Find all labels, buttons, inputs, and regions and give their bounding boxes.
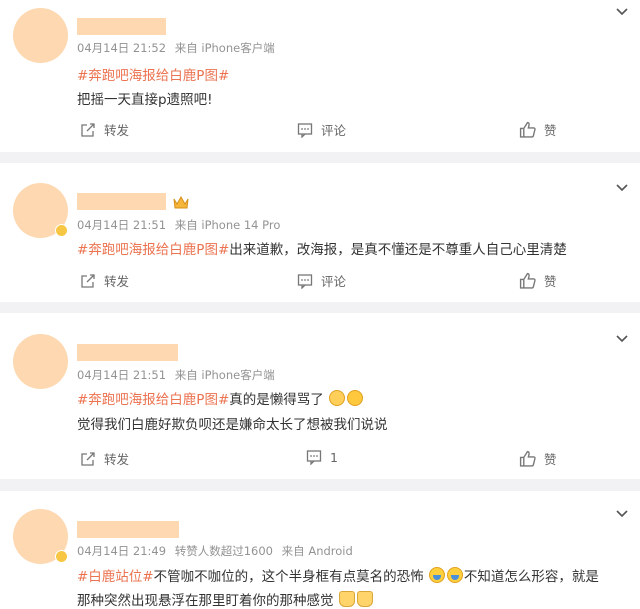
post-meta: 04月14日 21:51 来自 iPhone 14 Pro [77, 217, 285, 233]
post-text-line: #奔跑吧海报给白鹿P图#出来道歉，改海报，是真不懂还是不尊重人自己心里清楚 [77, 238, 567, 258]
post-source: 来自 iPhone客户端 [174, 368, 275, 382]
verified-badge-icon [55, 550, 68, 563]
repost-button[interactable]: 转发 [80, 120, 129, 139]
post-text: 把摇一天直接p遗照吧! [77, 92, 213, 108]
action-bar: 转发 评论 赞 [0, 271, 640, 295]
username-redacted[interactable] [77, 344, 178, 361]
crown-badge-icon [173, 195, 189, 209]
comment-button[interactable]: 1 [306, 449, 338, 465]
username-redacted[interactable] [77, 193, 166, 210]
post-card: 04月14日 21:52 来自 iPhone客户端 #奔跑吧海报给白鹿P图# 把… [0, 0, 640, 152]
like-label: 赞 [544, 123, 557, 138]
thumbs-up-icon [519, 450, 536, 467]
avatar[interactable] [13, 8, 68, 63]
hashtag-link[interactable]: #白鹿站位# [77, 569, 154, 585]
action-bar: 转发 评论 赞 [0, 120, 640, 144]
post-source: 来自 iPhone 14 Pro [174, 218, 281, 232]
hashtag-link[interactable]: #奔跑吧海报给白鹿P图# [77, 68, 229, 84]
avatar[interactable] [13, 334, 68, 389]
like-button[interactable]: 赞 [519, 449, 557, 468]
post-card: 04月14日 21:51 来自 iPhone客户端 #奔跑吧海报给白鹿P图#真的… [0, 313, 640, 479]
repost-icon [81, 273, 95, 288]
verified-badge-icon [55, 224, 68, 237]
repost-label: 转发 [104, 274, 130, 289]
sad-emoji-icon [329, 390, 346, 406]
post-text: 不管咖不咖位的，这个半身框有点莫名的恐怖 [153, 569, 424, 585]
post-meta: 04月14日 21:51 来自 iPhone客户端 [77, 367, 280, 383]
post-time[interactable]: 04月14日 21:51 [77, 218, 166, 232]
post-text-line: 觉得我们白鹿好欺负呗还是嫌命太长了想被我们说说 [77, 413, 388, 433]
chevron-down-icon[interactable] [616, 6, 628, 18]
post-text: 觉得我们白鹿好欺负呗还是嫌命太长了想被我们说说 [77, 417, 388, 433]
comment-label: 评论 [321, 274, 347, 289]
thumbs-up-icon [519, 272, 536, 289]
pray-emoji-icon [356, 591, 373, 607]
post-meta: 04月14日 21:49 转赞人数超过1600 来自 Android [77, 543, 358, 559]
action-bar: 转发 1 赞 [0, 449, 640, 473]
like-label: 赞 [544, 274, 557, 289]
post-text: 那种突然出现悬浮在那里盯着你的那种感觉 [77, 593, 334, 609]
post-time[interactable]: 04月14日 21:52 [77, 41, 166, 55]
sweat-emoji-icon [446, 567, 463, 583]
hashtag-link[interactable]: #奔跑吧海报给白鹿P图# [77, 392, 229, 408]
post-text-line: #奔跑吧海报给白鹿P图#真的是懒得骂了 [77, 388, 364, 408]
pray-emoji-icon [338, 591, 355, 607]
hashtag-link[interactable]: #奔跑吧海报给白鹿P图# [77, 242, 229, 258]
like-button[interactable]: 赞 [519, 120, 557, 139]
username-redacted[interactable] [77, 18, 166, 35]
post-text-line: #奔跑吧海报给白鹿P图# [77, 64, 229, 84]
surprised-emoji-icon [347, 390, 364, 406]
repost-icon [81, 122, 95, 137]
chevron-down-icon[interactable] [616, 508, 628, 520]
post-meta: 04月14日 21:52 来自 iPhone客户端 [77, 40, 280, 56]
thumbs-up-icon [519, 121, 536, 138]
post-source: 来自 iPhone客户端 [174, 41, 275, 55]
repost-label: 转发 [104, 123, 130, 138]
comment-button[interactable]: 评论 [297, 271, 346, 290]
repost-label: 转发 [104, 452, 130, 467]
post-text: 出来道歉，改海报，是真不懂还是不尊重人自己心里清楚 [229, 242, 567, 258]
sweat-emoji-icon [428, 567, 445, 583]
repost-icon [81, 451, 95, 466]
repost-button[interactable]: 转发 [80, 271, 129, 290]
post-text: 真的是懒得骂了 [229, 392, 324, 408]
post-text: 不知道怎么形容，就是 [463, 569, 599, 585]
post-card: 04月14日 21:51 来自 iPhone 14 Pro #奔跑吧海报给白鹿P… [0, 163, 640, 302]
comment-count: 1 [330, 449, 338, 465]
post-time[interactable]: 04月14日 21:51 [77, 368, 166, 382]
username-redacted[interactable] [77, 521, 179, 538]
comment-label: 评论 [321, 123, 347, 138]
comment-icon [297, 273, 313, 289]
chevron-down-icon[interactable] [616, 333, 628, 345]
like-button[interactable]: 赞 [519, 271, 557, 290]
chevron-down-icon[interactable] [616, 182, 628, 194]
like-label: 赞 [544, 452, 557, 467]
post-source: 来自 Android [281, 544, 353, 558]
repost-button[interactable]: 转发 [80, 449, 129, 468]
post-time[interactable]: 04月14日 21:49 [77, 544, 166, 558]
comment-icon [297, 122, 313, 138]
post-text-line: #白鹿站位#不管咖不咖位的，这个半身框有点莫名的恐怖 不知道怎么形容，就是 [77, 565, 599, 585]
post-text-line: 把摇一天直接p遗照吧! [77, 88, 212, 108]
post-repost-count: 转赞人数超过1600 [174, 544, 274, 558]
post-card: 04月14日 21:49 转赞人数超过1600 来自 Android #白鹿站位… [0, 491, 640, 609]
comment-button[interactable]: 评论 [297, 120, 346, 139]
post-text-line: 那种突然出现悬浮在那里盯着你的那种感觉 [77, 589, 374, 609]
comment-icon [306, 450, 322, 465]
